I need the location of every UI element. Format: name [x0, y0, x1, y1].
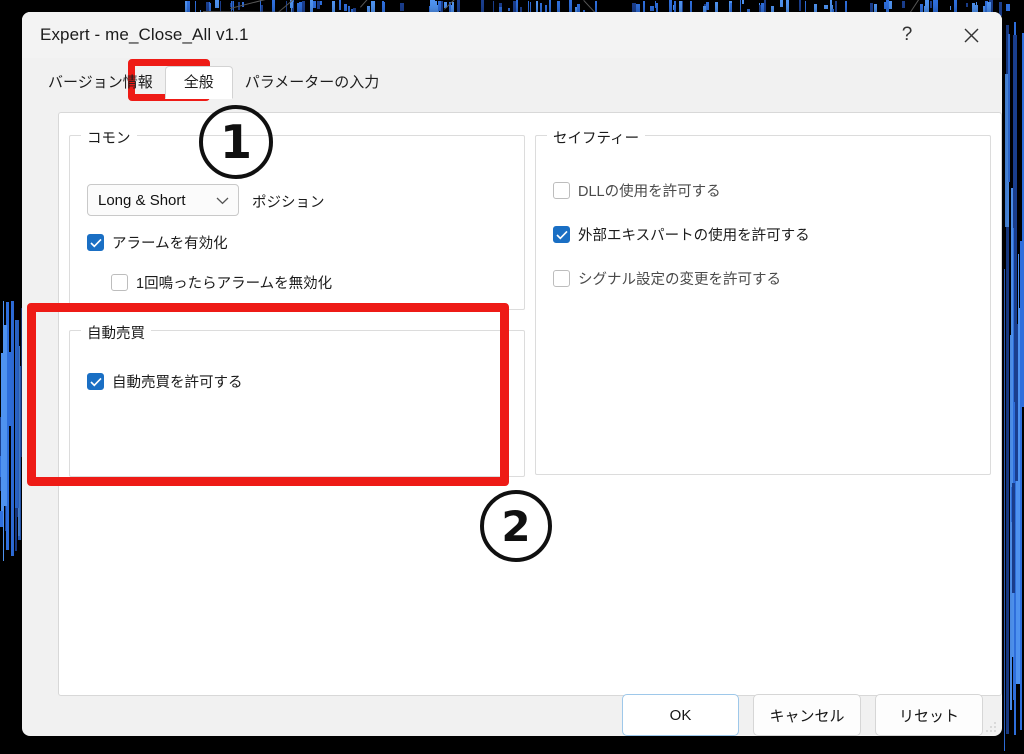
- title-bar: Expert - me_Close_All v1.1 ?: [22, 12, 1002, 58]
- checkbox-disable-alarm-after-once[interactable]: 1回鳴ったらアラームを無効化: [111, 272, 332, 293]
- checkbox-allow-dll-imports[interactable]: DLLの使用を許可する: [553, 180, 721, 201]
- checkbox-box: [87, 373, 104, 390]
- candlestick: [902, 1, 906, 9]
- candlestick: [1006, 4, 1011, 12]
- group-autotrade: 自動売買 自動売買を許可する: [69, 322, 525, 477]
- candlestick: [507, 7, 510, 11]
- checkbox-allow-signal-modification[interactable]: シグナル設定の変更を許可する: [553, 268, 781, 289]
- group-common-title: コモン: [81, 127, 137, 148]
- candlestick: [214, 0, 219, 9]
- candlestick: [339, 0, 342, 11]
- group-safety-title: セイフティー: [547, 127, 646, 148]
- candlestick: [1013, 35, 1018, 229]
- checkbox-box: [87, 234, 104, 251]
- candlestick: [343, 4, 347, 12]
- dialog-footer: OK キャンセル リセット: [22, 694, 1002, 736]
- candlestick: [452, 2, 455, 12]
- tab-inputs[interactable]: パラメーターの入力: [233, 66, 392, 98]
- candlestick: [317, 0, 321, 9]
- candlestick: [437, 1, 441, 12]
- expert-properties-dialog: Expert - me_Close_All v1.1 ? バージョン情報 全般 …: [22, 12, 1002, 736]
- candlestick: [1019, 240, 1022, 730]
- tab-version-info[interactable]: バージョン情報: [36, 66, 165, 98]
- candlestick: [1012, 482, 1016, 593]
- checkbox-box: [553, 226, 570, 243]
- checkbox-label: 自動売買を許可する: [112, 375, 243, 391]
- candlestick: [779, 0, 783, 8]
- resize-grip[interactable]: [985, 720, 997, 732]
- candlestick: [929, 1, 932, 9]
- position-select-label: ポジション: [252, 195, 325, 211]
- checkbox-enable-alarm[interactable]: アラームを有効化: [87, 232, 228, 253]
- checkbox-label: シグナル設定の変更を許可する: [578, 272, 781, 288]
- close-icon[interactable]: [948, 12, 994, 58]
- candlestick: [1015, 323, 1019, 481]
- position-select-value: Long & Short: [98, 191, 186, 209]
- checkbox-label: 外部エキスパートの使用を許可する: [578, 228, 810, 244]
- checkbox-allow-algo-trading[interactable]: 自動売買を許可する: [87, 371, 243, 392]
- position-select[interactable]: Long & Short: [87, 184, 239, 216]
- candlestick: [11, 430, 14, 440]
- ok-button[interactable]: OK: [622, 694, 739, 736]
- window-title: Expert - me_Close_All v1.1: [40, 25, 249, 44]
- candlestick: [742, 0, 745, 5]
- checkbox-label: DLLの使用を許可する: [578, 184, 721, 200]
- reset-button[interactable]: リセット: [875, 694, 983, 736]
- candlestick: [889, 0, 893, 9]
- checkbox-box: [111, 274, 128, 291]
- checkbox-label: アラームを有効化: [112, 236, 228, 252]
- chevron-down-icon: [216, 196, 229, 205]
- candlestick: [966, 2, 969, 7]
- candlestick: [643, 0, 646, 13]
- cancel-button[interactable]: キャンセル: [753, 694, 861, 736]
- candlestick: [549, 0, 552, 12]
- candlestick: [999, 3, 1001, 10]
- candlestick: [650, 5, 655, 11]
- candlestick: [949, 5, 951, 10]
- candlestick: [400, 2, 405, 11]
- candlestick: [4, 324, 8, 506]
- candlestick: [7, 313, 9, 539]
- tab-general[interactable]: 全般: [164, 66, 233, 99]
- group-autotrade-title: 自動売買: [81, 322, 151, 343]
- candlestick: [1004, 269, 1006, 752]
- checkbox-box: [553, 270, 570, 287]
- candlestick: [705, 1, 709, 10]
- tab-strip: バージョン情報 全般 パラメーターの入力: [36, 58, 988, 99]
- checkbox-label: 1回鳴ったらアラームを無効化: [136, 276, 333, 292]
- tab-content-general: コモン Long & Short ポジション アラームを有効化 1回鳴ったらアラ…: [58, 112, 1002, 696]
- help-question-icon[interactable]: ?: [884, 12, 930, 58]
- candlestick: [823, 4, 828, 9]
- checkbox-box: [553, 182, 570, 199]
- checkbox-allow-external-experts[interactable]: 外部エキスパートの使用を許可する: [553, 224, 810, 245]
- candlestick: [799, 0, 802, 12]
- group-common: コモン Long & Short ポジション アラームを有効化 1回鳴ったらアラ…: [69, 127, 525, 310]
- candlestick: [11, 535, 14, 549]
- candlestick: [232, 0, 234, 10]
- candlestick: [15, 320, 20, 509]
- candlestick: [729, 3, 732, 13]
- candlestick: [1008, 33, 1011, 182]
- group-safety: セイフティー DLLの使用を許可する 外部エキスパートの使用を許可する シグナル…: [535, 127, 991, 475]
